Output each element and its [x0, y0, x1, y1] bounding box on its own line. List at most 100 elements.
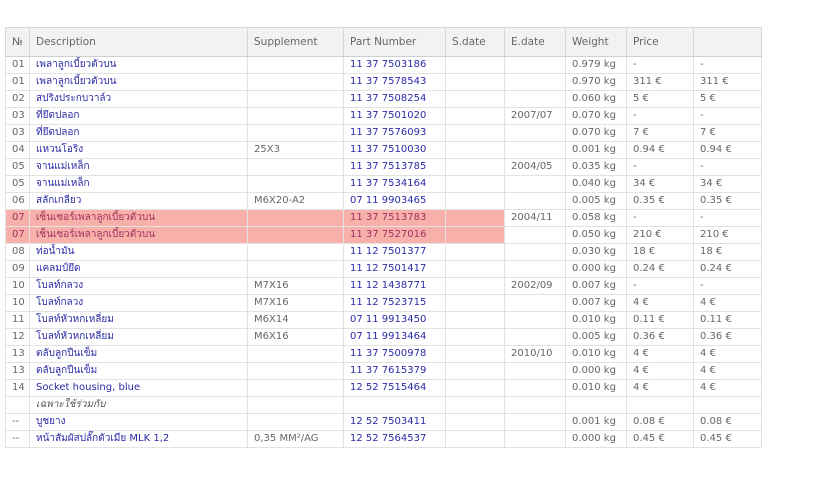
cell-edate — [504, 362, 566, 380]
cell-description[interactable]: เซ็นเซอร์เพลาลูกเบี้ยวตัวบน — [29, 226, 248, 244]
cell-number — [5, 396, 30, 414]
cell-part-number[interactable]: 07 11 9903465 — [343, 192, 446, 210]
cell-description[interactable]: ตลับลูกปืนเข็ม — [29, 362, 248, 380]
cell-supplement — [247, 396, 344, 414]
cell-sdate — [445, 311, 505, 329]
cell-description[interactable]: จานแม่เหล็ก — [29, 175, 248, 193]
table-row[interactable]: -- หน้าสัมผัสปลั๊กตัวเมีย MLK 1,2 0,35 MM²… — [5, 430, 762, 448]
cell-sdate — [445, 294, 505, 312]
cell-number: 01 — [5, 73, 30, 91]
cell-description[interactable]: เพลาลูกเบี้ยวตัวบน — [29, 73, 248, 91]
cell-description[interactable]: ท่อน้ำมัน — [29, 243, 248, 261]
cell-price-total: 7 € — [693, 124, 762, 142]
cell-edate: 2007/07 — [504, 107, 566, 125]
cell-supplement — [247, 90, 344, 108]
cell-description[interactable]: Socket housing, blue — [29, 379, 248, 397]
table-row[interactable]: 02 สปริงประกบวาล์ว 11 37 7508254 0.060 kg 5 … — [5, 90, 762, 108]
cell-price: 0.94 € — [626, 141, 694, 159]
cell-description[interactable]: โบลท์กลวง — [29, 277, 248, 295]
cell-number: 05 — [5, 175, 30, 193]
col-header-part-number: Part Number — [343, 27, 446, 57]
cell-price-total: - — [693, 158, 762, 176]
table-row[interactable]: 14 Socket housing, blue 12 52 7515464 0.010… — [5, 379, 762, 397]
cell-part-number[interactable]: 12 52 7515464 — [343, 379, 446, 397]
cell-part-number[interactable]: 12 52 7503411 — [343, 413, 446, 431]
cell-edate — [504, 243, 566, 261]
table-row[interactable]: 13 ตลับลูกปืนเข็ม 11 37 7500978 2010/10 0.01… — [5, 345, 762, 363]
cell-sdate — [445, 260, 505, 278]
cell-part-number[interactable]: 11 12 1438771 — [343, 277, 446, 295]
cell-description[interactable]: สปริงประกบวาล์ว — [29, 90, 248, 108]
cell-description[interactable]: เพลาลูกเบี้ยวตัวบน — [29, 56, 248, 74]
cell-number: 03 — [5, 124, 30, 142]
cell-description[interactable]: บูชยาง — [29, 413, 248, 431]
cell-description[interactable]: จานแม่เหล็ก — [29, 158, 248, 176]
cell-description[interactable]: สลักเกลียว — [29, 192, 248, 210]
cell-description[interactable]: โบลท์หัวหกเหลี่ยม — [29, 311, 248, 329]
cell-price: 34 € — [626, 175, 694, 193]
col-header-price: Price — [626, 27, 694, 57]
cell-part-number[interactable]: 11 37 7513785 — [343, 158, 446, 176]
table-row[interactable]: -- บูชยาง 12 52 7503411 0.001 kg 0.08 €0.08 … — [5, 413, 762, 431]
cell-price: - — [626, 107, 694, 125]
cell-weight: 0.005 kg — [565, 192, 627, 210]
cell-description[interactable]: โบลท์กลวง — [29, 294, 248, 312]
cell-number: 12 — [5, 328, 30, 346]
cell-part-number[interactable]: 11 37 7513783 — [343, 209, 446, 227]
cell-part-number[interactable]: 11 12 7501377 — [343, 243, 446, 261]
table-row[interactable]: 04 แหวนโอริง 25X3 11 37 7510030 0.001 kg 0.94… — [5, 141, 762, 159]
table-row[interactable]: 05 จานแม่เหล็ก 11 37 7513785 2004/05 0.035 k… — [5, 158, 762, 176]
table-row[interactable]: 08 ท่อน้ำมัน 11 12 7501377 0.030 kg 18 €18 € — [5, 243, 762, 261]
cell-part-number[interactable]: 11 37 7615379 — [343, 362, 446, 380]
cell-number: 13 — [5, 345, 30, 363]
table-row[interactable]: 10 โบลท์กลวง M7X16 11 12 1438771 2002/09 0.00… — [5, 277, 762, 295]
table-row[interactable]: 07 เซ็นเซอร์เพลาลูกเบี้ยวตัวบน 11 37 75137… — [5, 209, 762, 227]
cell-part-number[interactable]: 11 37 7503186 — [343, 56, 446, 74]
cell-description[interactable]: หน้าสัมผัสปลั๊กตัวเมีย MLK 1,2 — [29, 430, 248, 448]
table-row[interactable]: 11 โบลท์หัวหกเหลี่ยม M6X14 07 11 9913450 0.0… — [5, 311, 762, 329]
cell-part-number[interactable]: 11 37 7508254 — [343, 90, 446, 108]
table-row[interactable]: 01 เพลาลูกเบี้ยวตัวบน 11 37 7578543 0.970 k… — [5, 73, 762, 91]
cell-sdate — [445, 362, 505, 380]
cell-part-number[interactable]: 11 37 7501020 — [343, 107, 446, 125]
cell-part-number[interactable]: 11 37 7510030 — [343, 141, 446, 159]
cell-part-number[interactable]: 11 37 7576093 — [343, 124, 446, 142]
table-row[interactable]: 01 เพลาลูกเบี้ยวตัวบน 11 37 7503186 0.979 k… — [5, 56, 762, 74]
cell-sdate — [445, 141, 505, 159]
table-row[interactable]: 10 โบลท์กลวง M7X16 11 12 7523715 0.007 kg 4 €… — [5, 294, 762, 312]
table-row[interactable]: 03 ที่ยึดปลอก 11 37 7501020 2007/07 0.070 kg… — [5, 107, 762, 125]
cell-supplement: 0,35 MM²/AG — [247, 430, 344, 448]
cell-part-number[interactable]: 07 11 9913464 — [343, 328, 446, 346]
cell-part-number[interactable]: 11 37 7534164 — [343, 175, 446, 193]
table-row[interactable]: 13 ตลับลูกปืนเข็ม 11 37 7615379 0.000 kg 4 €… — [5, 362, 762, 380]
cell-part-number[interactable]: 11 37 7527016 — [343, 226, 446, 244]
cell-price-total: - — [693, 277, 762, 295]
cell-description[interactable]: ตลับลูกปืนเข็ม — [29, 345, 248, 363]
cell-part-number[interactable]: 11 12 7523715 — [343, 294, 446, 312]
cell-supplement — [247, 413, 344, 431]
col-header-sdate: S.date — [445, 27, 505, 57]
table-row[interactable]: 03 ที่ยึดปลอก 11 37 7576093 0.070 kg 7 €7 € — [5, 124, 762, 142]
cell-price: 4 € — [626, 362, 694, 380]
table-row[interactable]: 12 โบลท์หัวหกเหลี่ยม M6X16 07 11 9913464 0.0… — [5, 328, 762, 346]
cell-description[interactable]: แคลมป์ยึด — [29, 260, 248, 278]
cell-description[interactable]: แหวนโอริง — [29, 141, 248, 159]
cell-part-number[interactable]: 11 37 7578543 — [343, 73, 446, 91]
table-row[interactable]: 09 แคลมป์ยึด 11 12 7501417 0.000 kg 0.24 €0.… — [5, 260, 762, 278]
cell-part-number[interactable]: 11 37 7500978 — [343, 345, 446, 363]
col-header-description: Description — [29, 27, 248, 57]
table-row[interactable]: 07 เซ็นเซอร์เพลาลูกเบี้ยวตัวบน 11 37 75270… — [5, 226, 762, 244]
cell-description: เฉพาะใช้ร่วมกับ — [29, 396, 248, 414]
cell-part-number[interactable]: 12 52 7564537 — [343, 430, 446, 448]
cell-description[interactable]: เซ็นเซอร์เพลาลูกเบี้ยวตัวบน — [29, 209, 248, 227]
table-row[interactable]: 06 สลักเกลียว M6X20-A2 07 11 9903465 0.005 k… — [5, 192, 762, 210]
cell-part-number[interactable]: 07 11 9913450 — [343, 311, 446, 329]
cell-description[interactable]: ที่ยึดปลอก — [29, 124, 248, 142]
cell-sdate — [445, 124, 505, 142]
cell-weight: 0.060 kg — [565, 90, 627, 108]
cell-description[interactable]: ที่ยึดปลอก — [29, 107, 248, 125]
cell-description[interactable]: โบลท์หัวหกเหลี่ยม — [29, 328, 248, 346]
table-row[interactable]: 05 จานแม่เหล็ก 11 37 7534164 0.040 kg 34 €34… — [5, 175, 762, 193]
cell-part-number[interactable]: 11 12 7501417 — [343, 260, 446, 278]
cell-edate — [504, 90, 566, 108]
